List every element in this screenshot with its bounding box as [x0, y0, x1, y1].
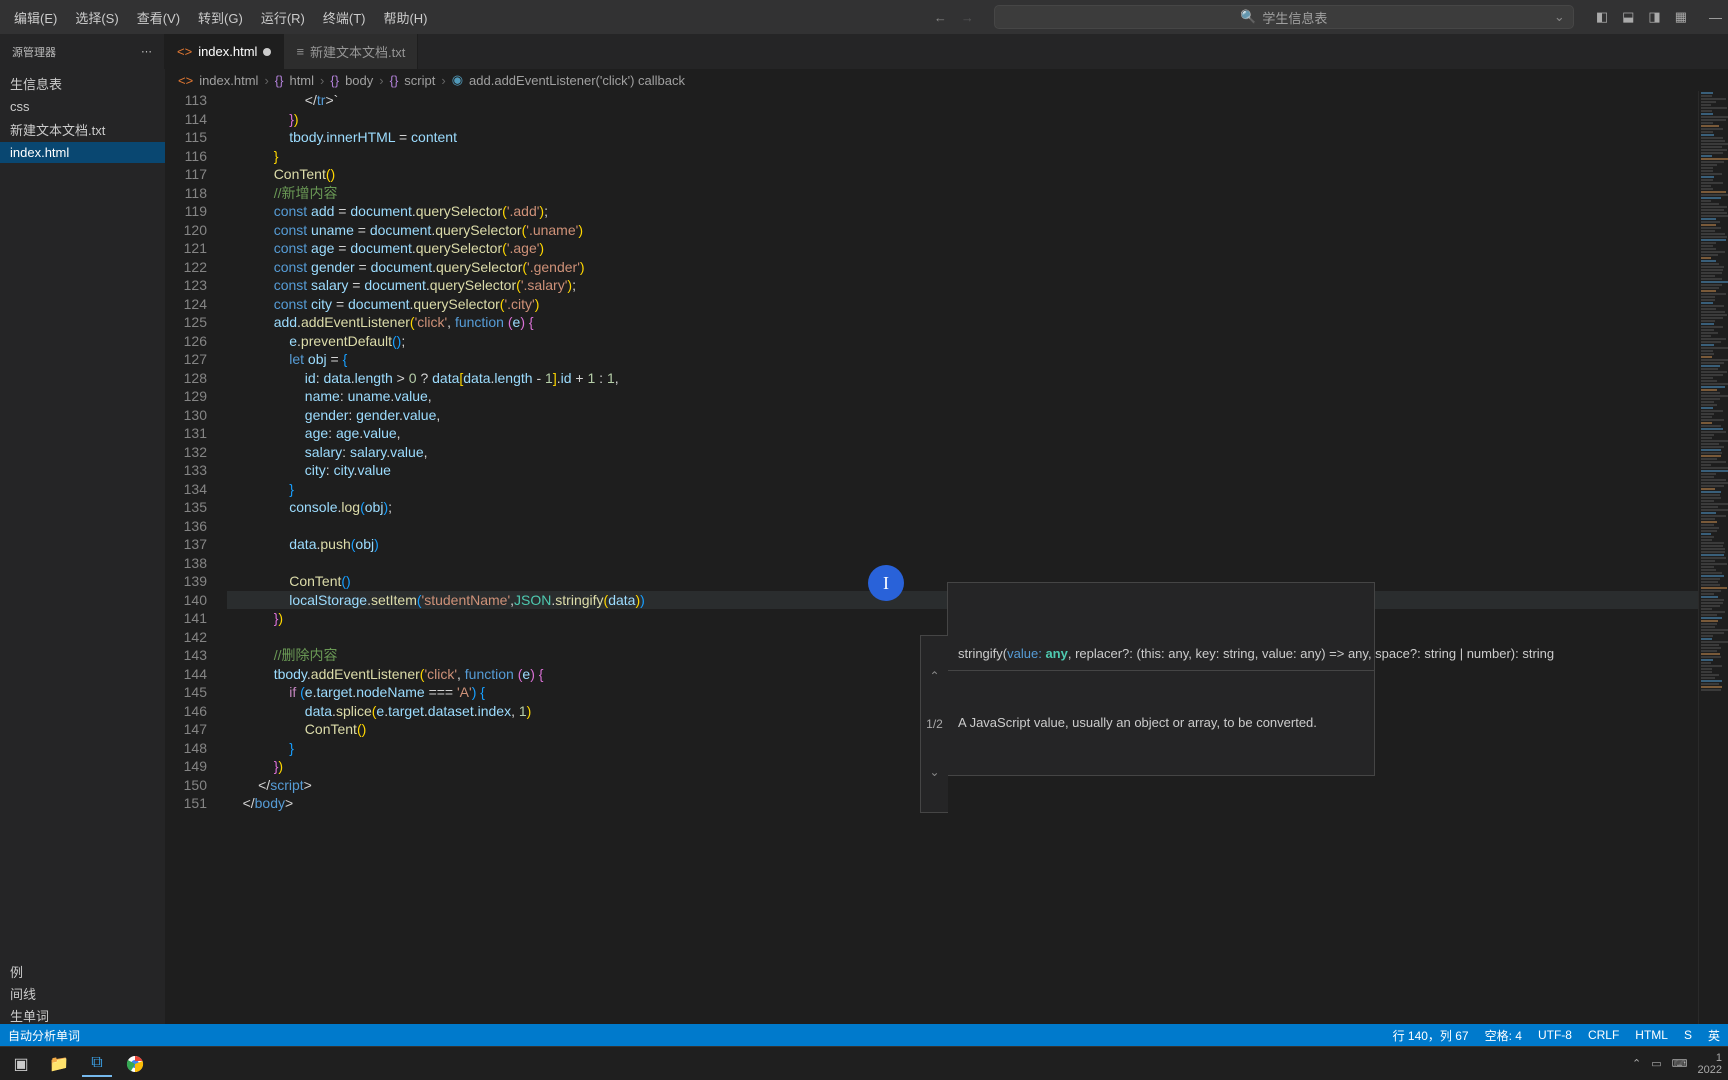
- file-explorer-icon[interactable]: 📁: [44, 1051, 74, 1077]
- tray-battery-icon[interactable]: ▭: [1651, 1057, 1661, 1070]
- status-bar: 自动分析单词 行 140，列 67 空格: 4 UTF-8 CRLF HTML …: [0, 1024, 1728, 1046]
- sidebar-header: 源管理器 ⋯: [0, 34, 165, 69]
- start-icon[interactable]: ▣: [6, 1051, 36, 1077]
- status-language[interactable]: HTML: [1635, 1028, 1668, 1042]
- layout-grid-icon[interactable]: ▦: [1675, 9, 1687, 25]
- chrome-icon[interactable]: [120, 1051, 150, 1077]
- windows-taskbar: ▣ 📁 ⧉ ⌃ ▭ ⌨ 1 2022: [0, 1046, 1728, 1080]
- html-file-icon: <>: [178, 73, 193, 88]
- status-encoding[interactable]: UTF-8: [1538, 1028, 1572, 1042]
- nav-back-icon[interactable]: ←: [934, 10, 947, 25]
- menu-bar: 编辑(E) 选择(S) 查看(V) 转到(G) 运行(R) 终端(T) 帮助(H…: [0, 0, 1728, 34]
- status-indent[interactable]: 空格: 4: [1485, 1027, 1522, 1044]
- breadcrumb[interactable]: <> index.html › {} html › {} body › {} s…: [178, 69, 685, 91]
- vscode-icon[interactable]: ⧉: [82, 1051, 112, 1077]
- tray-clock[interactable]: 1 2022: [1698, 1052, 1722, 1076]
- status-eol[interactable]: CRLF: [1588, 1028, 1619, 1042]
- html-file-icon: <>: [177, 44, 192, 59]
- menu-goto[interactable]: 转到(G): [190, 4, 251, 31]
- window-minimize-icon[interactable]: —: [1709, 10, 1722, 25]
- panel-right-icon[interactable]: ◨: [1648, 9, 1660, 25]
- code-area[interactable]: </tr>` }) tbody.innerHTML = content } Co…: [227, 91, 1728, 1046]
- breadcrumb-item[interactable]: script: [404, 73, 435, 88]
- breadcrumb-item[interactable]: html: [289, 73, 314, 88]
- chevron-down-icon: ⌄: [1554, 9, 1565, 25]
- ime-lang[interactable]: 英: [1708, 1027, 1720, 1044]
- command-center-label: 学生信息表: [1262, 8, 1327, 27]
- tree-folder[interactable]: 生信息表: [0, 71, 165, 96]
- tree-folder-css[interactable]: css: [0, 96, 165, 117]
- signature-doc: A JavaScript value, usually an object or…: [948, 708, 1374, 739]
- tabs-row: 源管理器 ⋯ <> index.html ≡ 新建文本文档.txt: [0, 34, 1728, 69]
- tree-file-txt[interactable]: 新建文本文档.txt: [0, 117, 165, 142]
- panel-left-icon[interactable]: ◧: [1596, 9, 1608, 25]
- signature-help-popup: ⌃ 1/2 ⌄ stringify(value: any, replacer?:…: [947, 582, 1375, 776]
- chevron-right-icon: ›: [441, 73, 445, 88]
- breadcrumb-item[interactable]: index.html: [199, 73, 258, 88]
- menu-help[interactable]: 帮助(H): [375, 4, 435, 31]
- command-center[interactable]: 🔍 学生信息表 ⌄: [994, 5, 1574, 29]
- sidebar-title: 源管理器: [12, 44, 56, 60]
- method-icon: ◉: [452, 72, 463, 88]
- tree-file-index[interactable]: index.html: [0, 142, 165, 163]
- pager-count: 1/2: [921, 716, 948, 732]
- menu-run[interactable]: 运行(R): [253, 4, 313, 31]
- signature-pager[interactable]: ⌃ 1/2 ⌄: [920, 635, 948, 813]
- sidebar: 生信息表 css 新建文本文档.txt index.html 例 间线 生单词: [0, 69, 165, 1046]
- minimap[interactable]: [1698, 91, 1728, 1046]
- menu-select[interactable]: 选择(S): [67, 4, 126, 31]
- line-gutter: 1131141151161171181191201211221231241251…: [165, 91, 227, 1046]
- menu-view[interactable]: 查看(V): [129, 4, 188, 31]
- brace-icon: {}: [330, 73, 339, 88]
- tab-label: index.html: [198, 44, 257, 59]
- status-left[interactable]: 自动分析单词: [8, 1027, 80, 1044]
- modified-dot-icon: [263, 48, 271, 56]
- code-editor[interactable]: 1131141151161171181191201211221231241251…: [165, 91, 1728, 1046]
- signature-text: stringify(value: any, replacer?: (this: …: [948, 639, 1374, 671]
- nav-forward-icon[interactable]: →: [961, 10, 974, 25]
- tab-label: 新建文本文档.txt: [310, 42, 405, 61]
- brace-icon: {}: [390, 73, 399, 88]
- ime-badge[interactable]: S: [1684, 1028, 1692, 1042]
- brace-icon: {}: [275, 73, 284, 88]
- more-icon[interactable]: ⋯: [141, 45, 152, 58]
- menu-terminal[interactable]: 终端(T): [315, 4, 374, 31]
- tray-keyboard-icon[interactable]: ⌨: [1672, 1057, 1688, 1070]
- search-icon: 🔍: [1240, 9, 1256, 25]
- text-cursor-icon: I: [868, 565, 904, 601]
- text-file-icon: ≡: [296, 44, 304, 59]
- status-cursor-pos[interactable]: 行 140，列 67: [1393, 1027, 1469, 1044]
- tray-chevron-icon[interactable]: ⌃: [1632, 1057, 1641, 1070]
- chevron-right-icon: ›: [320, 73, 324, 88]
- breadcrumb-item[interactable]: add.addEventListener('click') callback: [469, 73, 685, 88]
- tab-text-file[interactable]: ≡ 新建文本文档.txt: [284, 34, 418, 69]
- chevron-up-icon[interactable]: ⌃: [921, 668, 948, 684]
- chevron-right-icon: ›: [379, 73, 383, 88]
- system-tray[interactable]: ⌃ ▭ ⌨ 1 2022: [1632, 1052, 1722, 1076]
- chevron-right-icon: ›: [264, 73, 268, 88]
- breadcrumb-item[interactable]: body: [345, 73, 373, 88]
- chevron-down-icon[interactable]: ⌄: [921, 764, 948, 780]
- menu-edit[interactable]: 编辑(E): [6, 4, 65, 31]
- tab-index-html[interactable]: <> index.html: [165, 34, 284, 69]
- panel-bottom-icon[interactable]: ⬓: [1622, 9, 1634, 25]
